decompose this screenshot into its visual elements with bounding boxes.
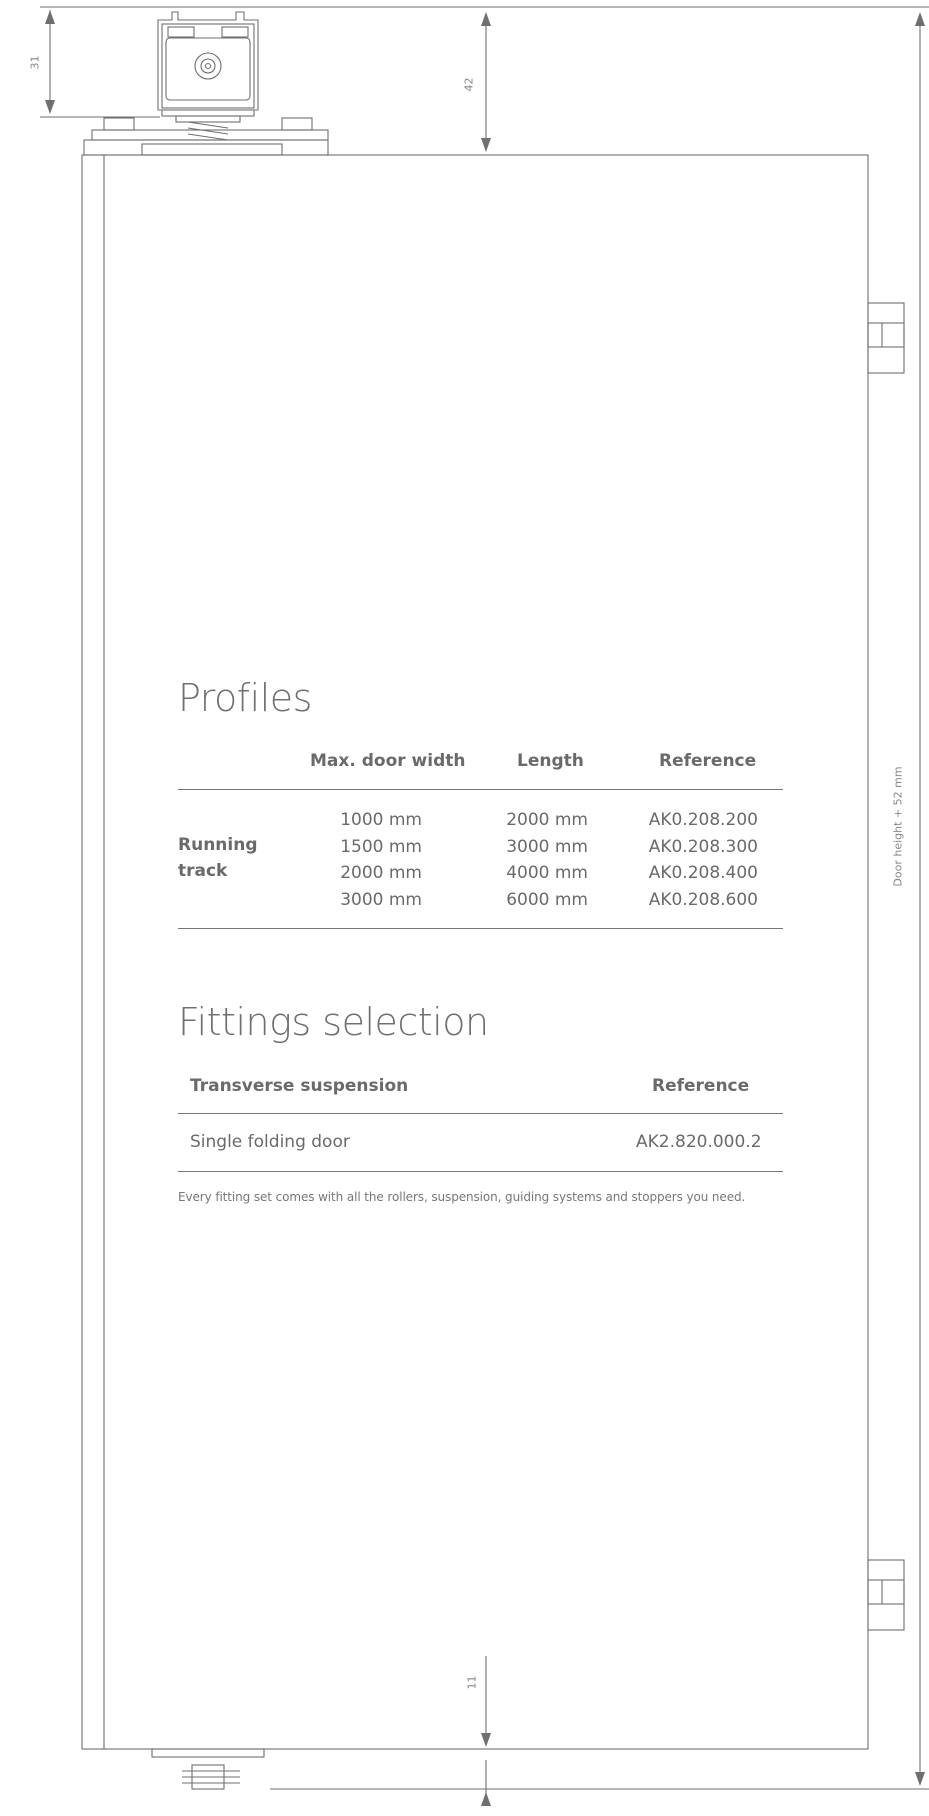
fitting-row-reference: AK2.820.000.2 (636, 1132, 762, 1152)
width-value: 3000 mm (340, 889, 422, 910)
length-value: 2000 mm (506, 810, 588, 830)
reference-value: AK0.208.200 (648, 810, 758, 830)
header-length: Length (517, 751, 584, 771)
header-transverse-suspension: Transverse suspension (190, 1076, 409, 1096)
length-value: 3000 mm (506, 836, 588, 857)
row-label-running-track: Running track (178, 832, 258, 884)
header-fittings-reference: Reference (652, 1076, 750, 1096)
row-label-line1: Running (178, 835, 258, 855)
door-panel (81, 154, 869, 1750)
dim-label-42: 42 (462, 77, 476, 92)
dim-label-31: 31 (28, 55, 42, 70)
width-value: 1500 mm (340, 836, 422, 857)
references-column: AK0.208.200 AK0.208.300 AK0.208.400 AK0.… (632, 807, 758, 913)
fittings-title: Fittings selection (178, 1000, 489, 1044)
length-value: 4000 mm (506, 863, 588, 883)
dim-label-11: 11 (465, 1675, 479, 1690)
profiles-header-rule (178, 789, 783, 790)
dim-label-total: Door height + 52 mm (891, 766, 905, 887)
fitting-row-label: Single folding door (190, 1132, 350, 1152)
door-technical-drawing (40, 6, 929, 1806)
fittings-bottom-rule (178, 1171, 783, 1172)
header-max-door-width: Max. door width (310, 751, 466, 771)
fittings-header-rule (178, 1113, 783, 1114)
width-value: 1000 mm (340, 810, 422, 830)
reference-value: AK0.208.300 (648, 836, 758, 857)
bottom-guide (151, 1748, 265, 1790)
widths-column: 1000 mm 1500 mm 2000 mm 3000 mm (322, 807, 422, 913)
reference-value: AK0.208.600 (648, 889, 758, 910)
top-hinge (867, 302, 905, 374)
fittings-note: Every fitting set comes with all the rol… (178, 1190, 746, 1204)
lengths-column: 2000 mm 3000 mm 4000 mm 6000 mm (488, 807, 588, 913)
row-label-line2: track (178, 861, 228, 881)
top-roller-assembly (83, 11, 329, 156)
profiles-title: Profiles (178, 676, 312, 720)
reference-value: AK0.208.400 (648, 863, 758, 883)
length-value: 6000 mm (506, 889, 588, 910)
header-reference: Reference (659, 751, 757, 771)
bottom-hinge (867, 1559, 905, 1631)
width-value: 2000 mm (340, 863, 422, 883)
profiles-bottom-rule (178, 928, 783, 929)
